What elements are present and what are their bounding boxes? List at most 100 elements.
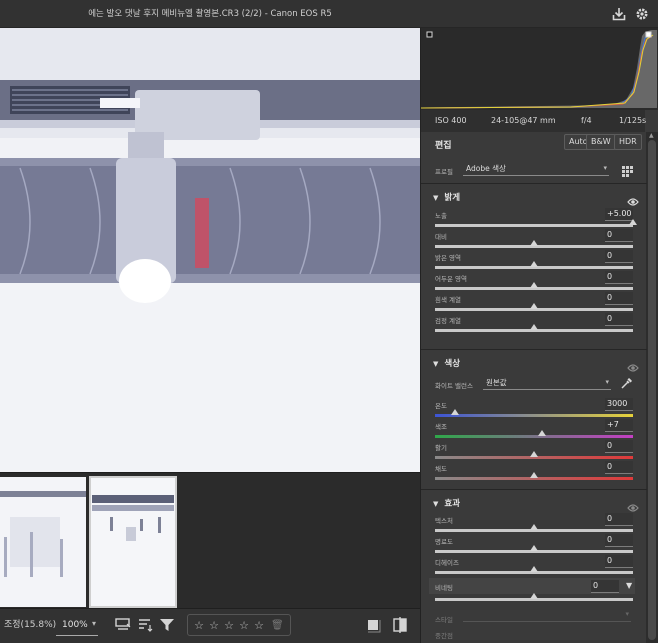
- slider-thumb[interactable]: [530, 566, 538, 572]
- slider-label: 어두운 영역: [435, 275, 467, 283]
- sort-icon[interactable]: [136, 616, 154, 634]
- chevron-down-icon[interactable]: ▾: [92, 619, 96, 628]
- profile-select[interactable]: Adobe 색상 ▾: [463, 162, 609, 176]
- chevron-down-icon: ▾: [603, 164, 607, 172]
- chevron-down-icon: ▾: [605, 378, 609, 386]
- slider-thumb[interactable]: [530, 282, 538, 288]
- star-icon[interactable]: ☆: [238, 619, 250, 632]
- divider: [421, 183, 647, 184]
- slider-thumb[interactable]: [530, 451, 538, 457]
- scrollbar-thumb[interactable]: [648, 140, 656, 640]
- bw-button[interactable]: B&W: [586, 134, 616, 150]
- slider-label: 명료도: [435, 538, 453, 546]
- gear-icon[interactable]: [634, 6, 650, 22]
- window-title: 에는 발오 댓날 후지 메비뉴엘 촬영본.CR3 (2/2) - Canon E…: [88, 9, 332, 19]
- white-balance-label: 화이트 밸런스: [435, 382, 473, 390]
- chevron-down-icon[interactable]: ▼: [626, 581, 632, 590]
- camera-raw-window: 에는 발오 댓날 후지 메비뉴엘 촬영본.CR3 (2/2) - Canon E…: [0, 0, 658, 643]
- crop-view-icon[interactable]: [364, 616, 382, 634]
- slider-label: 흰색 계열: [435, 296, 461, 304]
- title-bar: 에는 발오 댓날 후지 메비뉴엘 촬영본.CR3 (2/2) - Canon E…: [0, 0, 658, 28]
- before-after-icon[interactable]: [391, 616, 409, 634]
- fit-zoom-button[interactable]: 조정(15.8%): [4, 617, 56, 630]
- star-icon[interactable]: ☆: [208, 619, 220, 632]
- slider-thumb[interactable]: [450, 409, 459, 415]
- slider-value-field[interactable]: +7: [605, 419, 633, 432]
- slider-thumb[interactable]: [530, 472, 538, 478]
- scroll-up-icon[interactable]: ▲: [649, 132, 654, 139]
- eye-icon[interactable]: [627, 192, 639, 206]
- slider-value-field[interactable]: 0: [605, 461, 633, 474]
- slider-thumb[interactable]: [530, 324, 538, 330]
- slider-thumb[interactable]: [537, 430, 546, 436]
- filmstrip-thumbnail[interactable]: [0, 477, 86, 607]
- filmstrip-thumbnail-selected[interactable]: [89, 476, 177, 608]
- slider-value-field[interactable]: 3000: [605, 398, 633, 411]
- camera-info: ISO 400 24-105@47 mm f/4 1/125s: [421, 110, 647, 132]
- trash-icon[interactable]: 🗑: [271, 620, 284, 631]
- slider-track[interactable]: [435, 224, 633, 227]
- color-section-header[interactable]: ▼ 색상: [433, 357, 460, 369]
- eye-icon[interactable]: [627, 358, 639, 372]
- slider-label: 온도: [435, 402, 447, 410]
- style-label: 스타일: [435, 616, 453, 624]
- style-select[interactable]: ▾: [463, 608, 631, 622]
- hdr-button[interactable]: HDR: [614, 134, 642, 150]
- chevron-down-icon: ▾: [625, 610, 629, 618]
- divider: [421, 349, 647, 350]
- slider-label: 대비: [435, 233, 447, 241]
- white-balance-select[interactable]: 원본값 ▾: [483, 376, 611, 390]
- main-photo-preview[interactable]: [0, 28, 420, 472]
- slider-thumb[interactable]: [629, 219, 637, 225]
- divider: [421, 489, 647, 490]
- slider-value-field[interactable]: 0: [605, 250, 633, 263]
- histogram: [421, 28, 658, 110]
- slider-thumb[interactable]: [530, 261, 538, 267]
- star-rating[interactable]: ☆ ☆ ☆ ☆ ☆ 🗑: [187, 614, 291, 636]
- slider-value-field[interactable]: 0: [605, 292, 633, 305]
- slider-value-field[interactable]: 0: [605, 313, 633, 326]
- filmstrip-toggle-icon[interactable]: [114, 616, 132, 634]
- edit-heading: 편집: [435, 141, 452, 151]
- slider-thumb[interactable]: [530, 524, 538, 530]
- slider-thumb[interactable]: [530, 240, 538, 246]
- save-icon[interactable]: [611, 6, 627, 22]
- filter-icon[interactable]: [158, 616, 176, 634]
- aperture-value: f/4: [581, 116, 592, 125]
- vignette-label: 비네팅: [435, 584, 453, 592]
- light-section-header[interactable]: ▼ 밝게: [433, 191, 460, 203]
- lens-value: 24-105@47 mm: [491, 116, 556, 125]
- slider-value-field[interactable]: 0: [605, 440, 633, 453]
- slider-thumb[interactable]: [530, 303, 538, 309]
- panel-scrollbar[interactable]: ▲: [646, 132, 658, 643]
- eye-icon[interactable]: [627, 498, 639, 512]
- midpoint-label: 중간점: [435, 632, 453, 640]
- slider-label: 노출: [435, 212, 447, 220]
- star-icon[interactable]: ☆: [253, 619, 265, 632]
- slider-value-field[interactable]: 0: [605, 229, 633, 242]
- star-icon[interactable]: ☆: [223, 619, 235, 632]
- slider-value-field[interactable]: 0: [605, 534, 633, 547]
- vignette-value[interactable]: 0: [591, 580, 619, 593]
- slider-track[interactable]: [435, 414, 633, 417]
- slider-value-field[interactable]: 0: [605, 513, 633, 526]
- effects-section-header[interactable]: ▼ 효과: [433, 497, 460, 509]
- shutter-value: 1/125s: [619, 116, 647, 125]
- slider-value-field[interactable]: 0: [605, 555, 633, 568]
- chevron-down-icon: ▼: [433, 500, 439, 508]
- iso-value: ISO 400: [435, 116, 467, 125]
- slider-label: 디헤이즈: [435, 559, 459, 567]
- slider-label: 텍스처: [435, 517, 453, 525]
- slider-label: 색조: [435, 423, 447, 431]
- profile-browser-icon[interactable]: [621, 163, 635, 177]
- profile-label: 프로필: [435, 168, 453, 176]
- star-icon[interactable]: ☆: [193, 619, 205, 632]
- slider-label: 검정 계열: [435, 317, 461, 325]
- slider-label: 채도: [435, 465, 447, 473]
- eyedropper-icon[interactable]: [620, 375, 634, 389]
- slider-value-field[interactable]: 0: [605, 271, 633, 284]
- vignette-slider-thumb[interactable]: [530, 593, 538, 599]
- slider-track[interactable]: [435, 435, 633, 438]
- chevron-down-icon: ▼: [433, 360, 439, 368]
- slider-thumb[interactable]: [530, 545, 538, 551]
